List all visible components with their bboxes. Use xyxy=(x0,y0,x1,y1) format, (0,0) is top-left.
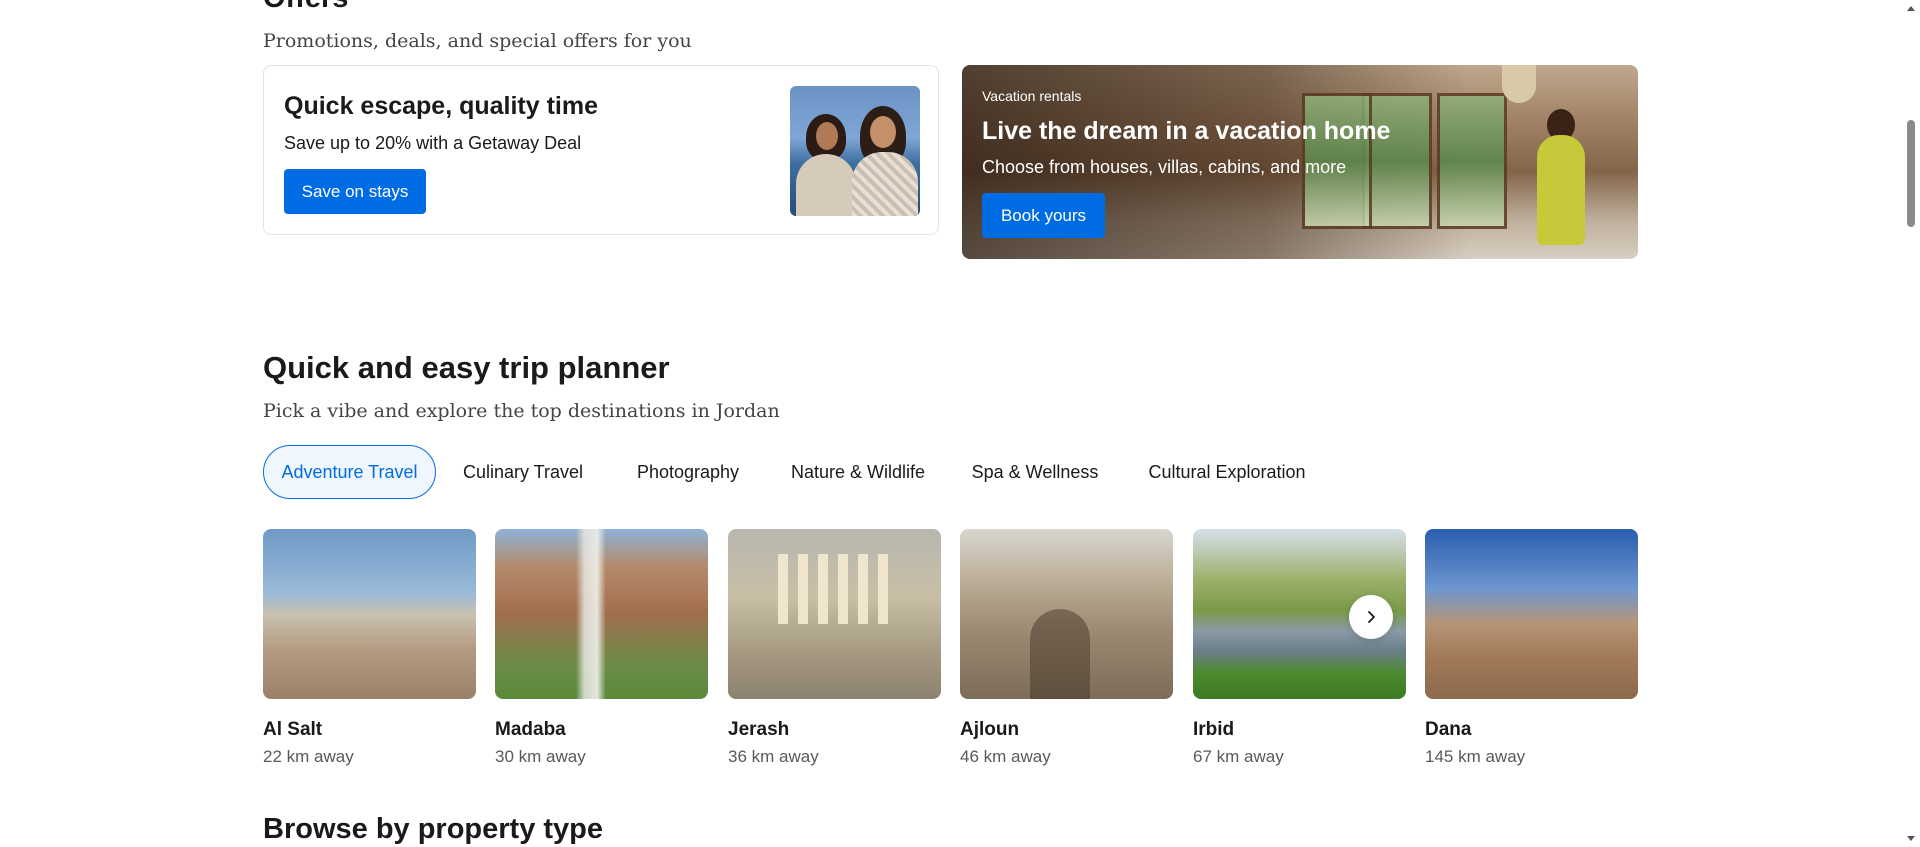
book-yours-button[interactable]: Book yours xyxy=(982,193,1105,238)
carousel-next-button[interactable] xyxy=(1349,595,1393,639)
scroll-down-arrow-icon[interactable] xyxy=(1907,836,1915,841)
browse-property-type-title: Browse by property type xyxy=(263,813,604,845)
destination-name: Al Salt xyxy=(263,719,323,740)
offers-subtitle: Promotions, deals, and special offers fo… xyxy=(263,30,692,52)
getaway-deal-card: Quick escape, quality time Save up to 20… xyxy=(263,65,939,235)
destination-card-al-salt[interactable]: Al Salt 22 km away xyxy=(263,529,476,766)
vacation-rentals-eyebrow: Vacation rentals xyxy=(982,88,1082,104)
getaway-deal-image xyxy=(790,86,920,216)
tab-spa-wellness[interactable]: Spa & Wellness xyxy=(950,445,1120,499)
save-on-stays-button[interactable]: Save on stays xyxy=(284,169,426,214)
chevron-right-icon xyxy=(1368,611,1375,623)
tab-photography[interactable]: Photography xyxy=(610,445,766,499)
tab-cultural-exploration[interactable]: Cultural Exploration xyxy=(1120,445,1334,499)
page: Offers Promotions, deals, and special of… xyxy=(0,0,1920,847)
destination-distance: 30 km away xyxy=(495,747,586,766)
destination-image xyxy=(960,529,1173,699)
destination-name: Dana xyxy=(1425,719,1472,740)
destination-distance: 145 km away xyxy=(1425,747,1526,766)
page-scrollbar[interactable] xyxy=(1902,0,1920,847)
vibe-tabs: Adventure Travel Culinary Travel Photogr… xyxy=(263,445,1363,499)
destination-image xyxy=(728,529,941,699)
destination-distance: 67 km away xyxy=(1193,747,1284,766)
destination-image xyxy=(1425,529,1638,699)
destination-card-ajloun[interactable]: Ajloun 46 km away xyxy=(960,529,1173,766)
vacation-rentals-description: Choose from houses, villas, cabins, and … xyxy=(982,157,1347,177)
destination-distance: 36 km away xyxy=(728,747,819,766)
vacation-rentals-title: Live the dream in a vacation home xyxy=(982,117,1391,145)
scroll-up-arrow-icon[interactable] xyxy=(1907,6,1915,11)
destination-image xyxy=(495,529,708,699)
tab-culinary-travel[interactable]: Culinary Travel xyxy=(436,445,610,499)
destination-name: Irbid xyxy=(1193,719,1235,740)
tab-adventure-travel[interactable]: Adventure Travel xyxy=(263,445,436,499)
destination-card-madaba[interactable]: Madaba 30 km away xyxy=(495,529,708,766)
scrollbar-thumb[interactable] xyxy=(1907,120,1915,227)
trip-planner-title: Quick and easy trip planner xyxy=(263,350,670,385)
offers-title: Offers xyxy=(263,0,348,14)
destination-name: Madaba xyxy=(495,719,566,740)
trip-planner-subtitle: Pick a vibe and explore the top destinat… xyxy=(263,400,780,422)
getaway-deal-title: Quick escape, quality time xyxy=(284,92,599,120)
destination-name: Ajloun xyxy=(960,719,1020,740)
destination-name: Jerash xyxy=(728,719,790,740)
destination-card-dana[interactable]: Dana 145 km away xyxy=(1425,529,1638,766)
tab-nature-wildlife[interactable]: Nature & Wildlife xyxy=(766,445,950,499)
destination-image xyxy=(263,529,476,699)
vacation-rentals-card[interactable]: Vacation rentals Live the dream in a vac… xyxy=(962,65,1638,259)
destination-distance: 46 km away xyxy=(960,747,1051,766)
destination-distance: 22 km away xyxy=(263,747,354,766)
destination-card-jerash[interactable]: Jerash 36 km away xyxy=(728,529,941,766)
getaway-deal-description: Save up to 20% with a Getaway Deal xyxy=(284,133,582,153)
